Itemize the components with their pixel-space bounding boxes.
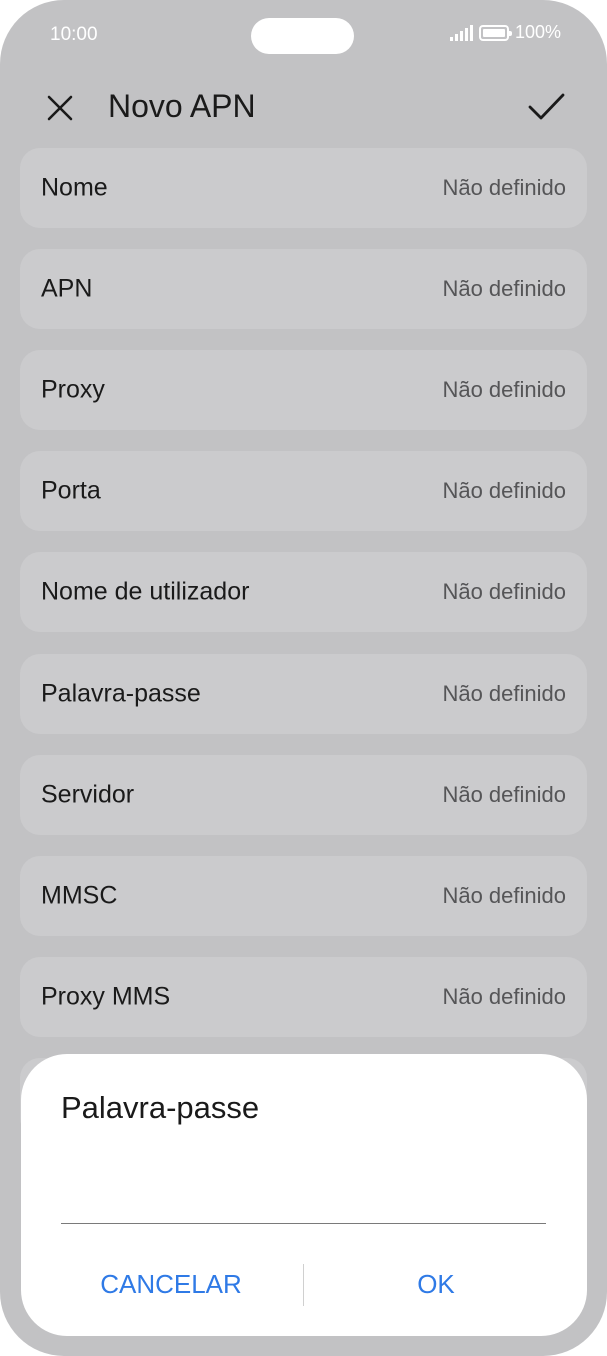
battery-icon — [478, 24, 512, 41]
row-value: Não definido — [442, 276, 566, 301]
row-label: Porta — [41, 476, 101, 505]
camera-pill — [251, 18, 354, 54]
list-item-servidor[interactable]: Servidor Não definido — [20, 755, 587, 835]
dialog-title: Palavra-passe — [61, 1090, 260, 1125]
row-value: Não definido — [442, 478, 566, 503]
row-label: Palavra-passe — [41, 679, 201, 708]
close-icon — [47, 95, 73, 121]
password-input[interactable] — [61, 1174, 546, 1224]
row-label: Nome de utilizador — [41, 577, 250, 606]
row-label: Proxy — [41, 375, 105, 404]
status-icons: 100% — [449, 22, 561, 43]
signal-icon — [449, 24, 473, 41]
battery-level: 100% — [514, 22, 561, 42]
row-value: Não definido — [442, 579, 566, 604]
row-label: Nome — [41, 173, 108, 202]
phone-screen: 10:00 100% Novo APN Nome Não definido AP… — [0, 0, 607, 1356]
row-value: Não definido — [442, 681, 566, 706]
row-value: Não definido — [442, 175, 566, 200]
list-item-mmsc[interactable]: MMSC Não definido — [20, 856, 587, 936]
row-label: Proxy MMS — [41, 982, 171, 1011]
password-dialog: Palavra-passe CANCELAR OK — [21, 1054, 587, 1336]
list-item-nome-de-utilizador[interactable]: Nome de utilizador Não definido — [20, 552, 587, 632]
row-value: Não definido — [442, 782, 566, 807]
app-header: Novo APN — [0, 70, 607, 150]
cancel-button[interactable]: CANCELAR — [41, 1254, 301, 1314]
list-item-porta[interactable]: Porta Não definido — [20, 451, 587, 531]
status-bar: 10:00 100% — [0, 0, 607, 70]
confirm-button[interactable] — [524, 86, 568, 126]
close-button[interactable] — [40, 88, 80, 128]
page-title: Novo APN — [108, 88, 256, 124]
row-value: Não definido — [442, 883, 566, 908]
status-time: 10:00 — [50, 24, 98, 45]
row-label: Servidor — [41, 780, 135, 809]
ok-button[interactable]: OK — [305, 1254, 567, 1314]
row-value: Não definido — [442, 377, 566, 402]
row-label: MMSC — [41, 881, 118, 910]
check-icon — [528, 93, 565, 120]
row-value: Não definido — [442, 984, 566, 1009]
list-item-proxy-mms[interactable]: Proxy MMS Não definido — [20, 957, 587, 1037]
list-item-apn[interactable]: APN Não definido — [20, 249, 587, 329]
button-divider — [303, 1264, 304, 1306]
list-item-proxy[interactable]: Proxy Não definido — [20, 350, 587, 430]
row-label: APN — [41, 274, 93, 303]
list-item-palavra-passe[interactable]: Palavra-passe Não definido — [20, 654, 587, 734]
list-item-nome[interactable]: Nome Não definido — [20, 148, 587, 228]
